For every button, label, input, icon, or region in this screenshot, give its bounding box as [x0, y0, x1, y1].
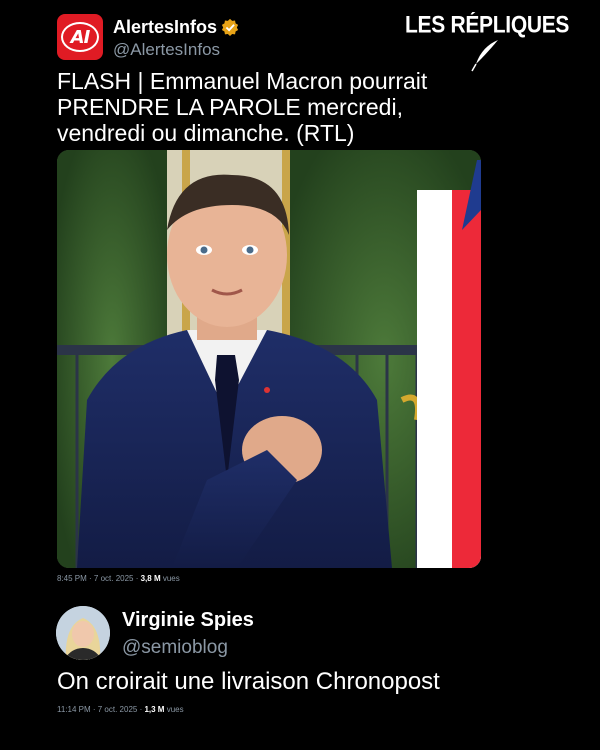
author-handle[interactable]: @AlertesInfos — [113, 40, 220, 60]
views-label: vues — [164, 705, 184, 714]
tweet-meta: 8:45 PM · 7 oct. 2025 · 3,8 M vues — [57, 574, 180, 583]
tweet-meta: 11:14 PM · 7 oct. 2025 · 1,3 M vues — [57, 705, 184, 714]
author-handle[interactable]: @semioblog — [122, 637, 228, 659]
verified-badge-icon — [221, 18, 239, 36]
tweet-text: On croirait une livraison Chronopost — [57, 668, 440, 695]
profile-photo — [56, 606, 110, 660]
quill-icon — [471, 40, 498, 72]
avatar-alertesinfos[interactable]: AI — [57, 14, 103, 60]
view-count: 3,8 M — [140, 574, 161, 583]
tweet-timestamp[interactable]: 8:45 PM · 7 oct. 2025 · — [57, 574, 141, 583]
author-name[interactable]: Virginie Spies — [122, 609, 254, 632]
alertesinfos-logo: AI — [61, 22, 99, 52]
tweet-timestamp[interactable]: 11:14 PM · 7 oct. 2025 · — [57, 705, 144, 714]
avatar-virginie-spies[interactable] — [56, 606, 110, 660]
photo-illustration — [57, 150, 481, 568]
views-label: vues — [160, 574, 180, 583]
view-count: 1,3 M — [144, 705, 165, 714]
author-name[interactable]: AlertesInfos — [113, 17, 217, 38]
tweet-text: FLASH | Emmanuel Macron pourrait PRENDRE… — [57, 68, 428, 146]
tweet-media-image[interactable] — [57, 150, 481, 568]
brand-title: LES RÉPLIQUES — [405, 12, 570, 39]
